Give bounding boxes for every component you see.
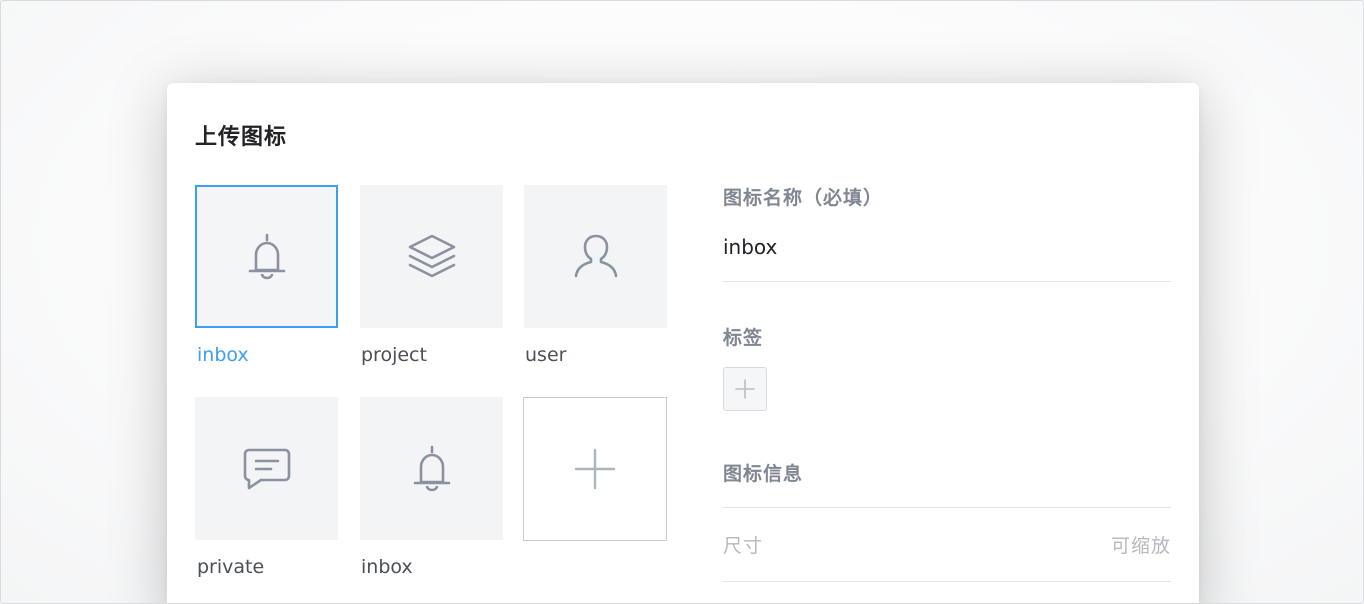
icon-tile-project[interactable] <box>360 185 503 328</box>
tags-label: 标签 <box>723 327 764 349</box>
divider <box>723 581 1171 582</box>
divider <box>723 507 1171 508</box>
divider <box>723 281 1171 282</box>
size-label: 尺寸 <box>723 535 764 557</box>
plus-icon <box>735 379 755 399</box>
icon-tile-private[interactable] <box>195 397 338 540</box>
icon-label-inbox: inbox <box>197 344 249 366</box>
icon-name-label: 图标名称（必填） <box>723 187 884 209</box>
user-icon <box>574 234 617 277</box>
icon-name-input[interactable]: inbox <box>723 235 777 259</box>
icon-label-project: project <box>361 344 427 366</box>
plus-icon <box>574 448 616 490</box>
icon-label-private: private <box>197 556 265 578</box>
message-icon <box>243 448 290 489</box>
add-icon-button[interactable] <box>523 397 667 541</box>
dialog-title: 上传图标 <box>195 125 288 150</box>
icon-tile-inbox-selected[interactable] <box>195 185 338 328</box>
icon-info-label: 图标信息 <box>723 463 804 485</box>
icon-tile-user[interactable] <box>524 185 667 328</box>
add-tag-button[interactable] <box>723 367 767 411</box>
icon-label-user: user <box>525 344 567 366</box>
layers-icon <box>408 234 455 277</box>
icon-label-inbox-2: inbox <box>361 556 413 578</box>
upload-icon-dialog: 上传图标 inbox project user private inbox 图标… <box>167 83 1199 603</box>
icon-tile-inbox[interactable] <box>360 397 503 540</box>
size-row: 尺寸 可缩放 <box>723 531 1171 558</box>
bell-icon <box>248 233 285 279</box>
size-value: 可缩放 <box>1110 535 1171 557</box>
bell-icon <box>413 445 450 491</box>
page-frame: 上传图标 inbox project user private inbox 图标… <box>0 0 1364 604</box>
